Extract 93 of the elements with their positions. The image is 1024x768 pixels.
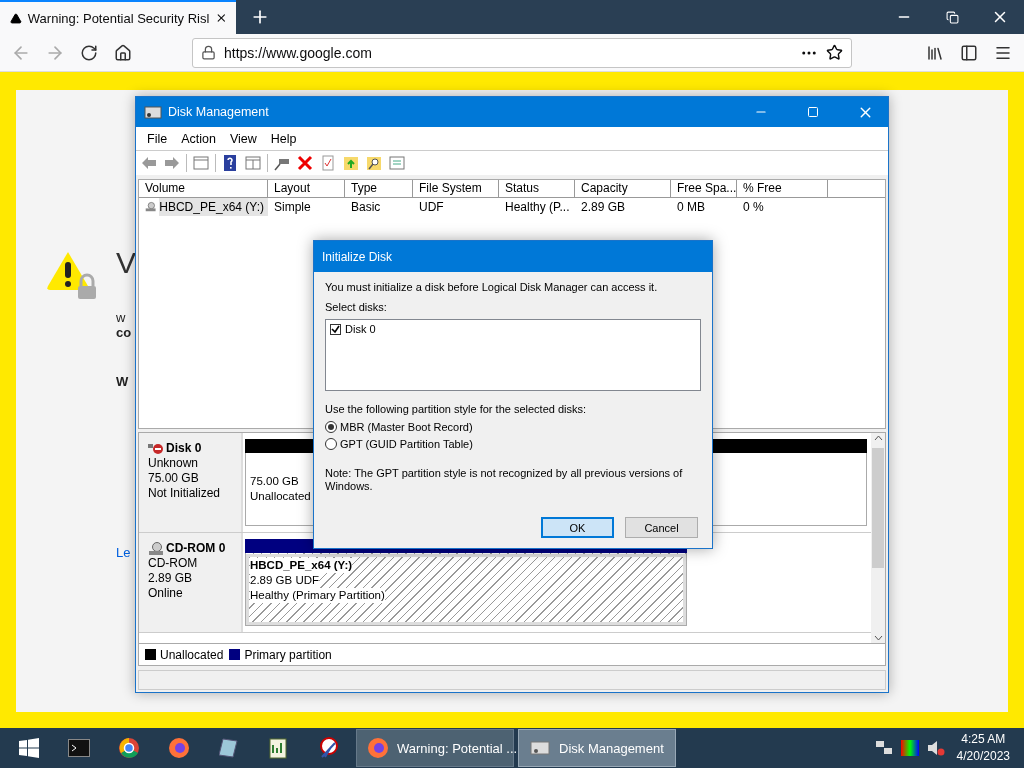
disk-info-text: Not Initialized	[148, 486, 222, 501]
notebook-icon[interactable]	[219, 737, 239, 759]
help-icon[interactable]	[221, 154, 239, 172]
column-header[interactable]: File System	[413, 180, 499, 197]
table-cell-text: 2.89 GB	[580, 199, 627, 216]
disk-info-text: Unknown	[148, 456, 200, 471]
panel-icon[interactable]	[192, 154, 210, 172]
star-icon[interactable]	[826, 44, 843, 61]
menu-item[interactable]: File	[140, 131, 175, 146]
column-header[interactable]: Status	[499, 180, 575, 197]
menu-item[interactable]: Action	[174, 131, 223, 146]
lock-icon	[201, 45, 216, 60]
chart-notepad-icon[interactable]	[269, 737, 289, 759]
select-disks-label: Select disks:	[325, 301, 388, 314]
taskbar-window-button[interactable]: Warning: Potential ...	[356, 729, 514, 767]
sidebar-icon[interactable]	[960, 43, 978, 62]
home-icon[interactable]	[114, 43, 132, 62]
dialog-title: Initialize Disk	[314, 241, 712, 272]
disk-drive-icon	[529, 739, 551, 757]
page-link[interactable]: Le	[116, 545, 131, 560]
restore-icon[interactable]	[945, 10, 959, 24]
column-header[interactable]: Type	[345, 180, 413, 197]
cd-drive-icon	[145, 200, 157, 214]
disk-error-icon	[148, 441, 164, 456]
legend-label: Primary partition	[244, 647, 332, 662]
checkbox[interactable]	[330, 323, 341, 335]
radio-label: MBR (Master Boot Record)	[340, 421, 473, 433]
browser-icon[interactable]	[118, 737, 140, 759]
page-text: co	[116, 325, 132, 340]
table-cell-text: UDF	[418, 199, 445, 216]
dialog-button[interactable]: Cancel	[625, 517, 698, 538]
disk-name: CD-ROM 0	[166, 541, 226, 556]
firefox-icon	[367, 737, 389, 759]
terminal-icon[interactable]	[68, 739, 90, 757]
page-heading: V	[116, 246, 136, 280]
dialog-button[interactable]: OK	[541, 517, 614, 538]
reload-icon[interactable]	[80, 43, 98, 62]
disk-drive-icon	[144, 104, 162, 120]
scroll-up-icon[interactable]	[873, 435, 883, 441]
radio-button[interactable]	[325, 438, 337, 450]
browser-tab[interactable]: Warning: Potential Security Risl	[0, 0, 236, 34]
column-header[interactable]: Free Spa...	[671, 180, 737, 197]
partition-text: 2.89 GB UDF	[250, 573, 320, 588]
radio-label: GPT (GUID Partition Table)	[340, 438, 473, 450]
legend-label: Unallocated	[160, 647, 224, 662]
disk-name: Disk 0	[166, 441, 202, 456]
disk-list[interactable]: Disk 0	[325, 319, 701, 391]
column-header[interactable]: Capacity	[575, 180, 671, 197]
firefox-icon[interactable]	[168, 737, 190, 759]
library-icon[interactable]	[926, 43, 944, 62]
scrollbar[interactable]	[871, 433, 885, 643]
dialog-message: You must initialize a disk before Logical Disk Manager can access it.	[325, 281, 659, 294]
table-cell[interactable]: HBCD_PE_x64 (Y:)	[159, 198, 268, 216]
speaker-muted-icon[interactable]	[926, 740, 945, 756]
page-text: w	[116, 310, 126, 325]
partition-title: HBCD_PE_x64 (Y:)	[250, 558, 353, 573]
column-header[interactable]: % Free	[737, 180, 828, 197]
table-cell-text: Simple	[273, 199, 312, 216]
window-title: Disk Management	[168, 105, 270, 119]
display-icon[interactable]	[900, 740, 919, 756]
disk-info-text: Online	[148, 586, 184, 601]
partition-text: Healthy (Primary Partition)	[250, 588, 385, 603]
disk-label: Disk 0	[345, 323, 376, 335]
scissors-icon[interactable]	[317, 737, 341, 759]
folder-up-icon[interactable]	[342, 154, 360, 172]
windows-logo-icon[interactable]	[19, 738, 39, 758]
disk-info-text: CD-ROM	[148, 556, 199, 571]
folder-search-icon[interactable]	[365, 154, 383, 172]
page-text: W	[116, 374, 129, 389]
clock[interactable]: 4:25 AM 4/20/2023	[948, 731, 1018, 765]
disk-info-text: 75.00 GB	[148, 471, 200, 486]
address-field[interactable]: https://www.google.com	[192, 37, 852, 68]
menu-item[interactable]: View	[222, 131, 264, 146]
maximize-icon[interactable]	[807, 106, 819, 118]
forward-icon[interactable]	[163, 154, 181, 172]
table-cell-text: Healthy (P...	[504, 199, 571, 216]
scroll-down-icon[interactable]	[873, 635, 883, 641]
column-header[interactable]: Volume	[139, 180, 268, 197]
cd-drive-icon	[148, 541, 164, 556]
panel-icon[interactable]	[244, 154, 262, 172]
table-cell-text: Basic	[350, 199, 382, 216]
delete-icon[interactable]	[296, 154, 314, 172]
radio-button[interactable]	[325, 421, 337, 433]
note-text: Note: The GPT partition style is not recognized by all previous versions of Windows.	[325, 467, 684, 493]
disk-info-text: 2.89 GB	[148, 571, 194, 586]
table-cell-text: 0 %	[742, 199, 765, 216]
partition-style-label: Use the following partition style for the selected disks:	[325, 403, 588, 416]
table-cell-text: 0 MB	[676, 199, 706, 216]
checklist-icon[interactable]	[319, 154, 337, 172]
network-icon[interactable]	[874, 740, 893, 756]
column-header[interactable]: Layout	[268, 180, 345, 197]
menu-item[interactable]: Help	[263, 131, 304, 146]
taskbar-window-button[interactable]: Disk Management	[518, 729, 676, 767]
